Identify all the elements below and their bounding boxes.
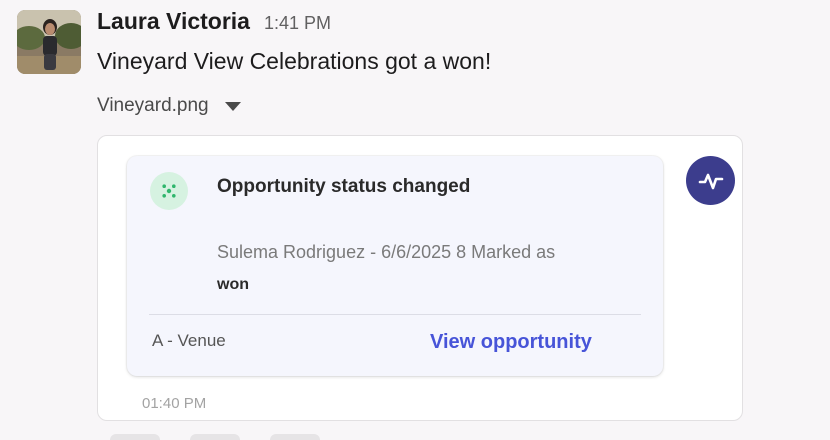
reaction-pill[interactable] — [190, 434, 240, 440]
card-description: Sulema Rodriguez - 6/6/2025 8 Marked as — [217, 242, 556, 262]
message: Laura Victoria 1:41 PM Vineyard View Cel… — [0, 0, 830, 440]
card-title: Opportunity status changed — [217, 176, 471, 197]
reaction-bar — [110, 434, 320, 440]
activity-pulse-icon[interactable] — [686, 156, 735, 205]
opportunity-card: Opportunity status changed Sulema Rodrig… — [127, 156, 663, 376]
avatar[interactable] — [17, 10, 81, 74]
reaction-pill[interactable] — [110, 434, 160, 440]
caret-down-icon[interactable] — [224, 101, 241, 111]
view-opportunity-link[interactable]: View opportunity — [430, 331, 592, 354]
message-text: Vineyard View Celebrations got a won! — [97, 48, 492, 74]
card-tag: A - Venue — [152, 331, 226, 350]
preview-timestamp: 01:40 PM — [142, 395, 207, 412]
card-status: won — [217, 276, 249, 293]
card-divider — [149, 314, 641, 315]
attachment-file-name[interactable]: Vineyard.png — [97, 95, 209, 117]
attachment-preview[interactable]: Opportunity status changed Sulema Rodrig… — [97, 135, 743, 421]
attachment-header: Vineyard.png — [97, 95, 241, 117]
reaction-pill[interactable] — [270, 434, 320, 440]
avatar-photo — [17, 10, 81, 74]
author-name[interactable]: Laura Victoria — [97, 8, 250, 35]
message-time[interactable]: 1:41 PM — [264, 13, 331, 34]
sparkle-icon — [150, 172, 188, 210]
message-header: Laura Victoria 1:41 PM — [97, 8, 331, 38]
